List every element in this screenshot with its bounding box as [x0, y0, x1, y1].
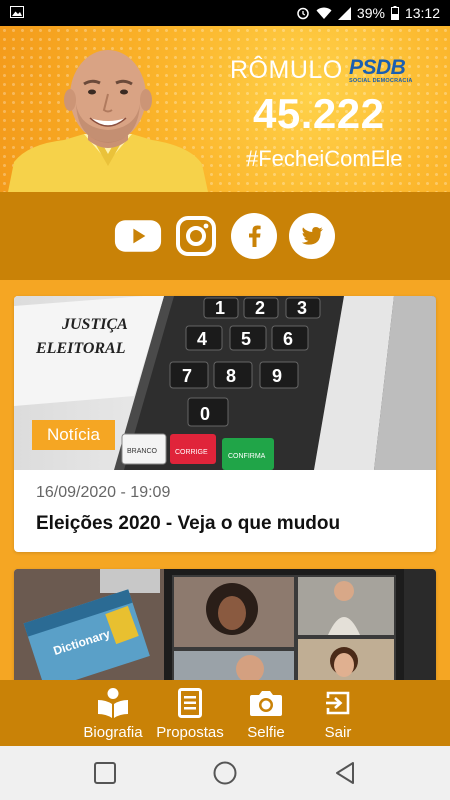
- nav-propostas[interactable]: Propostas: [152, 680, 228, 746]
- logout-icon: [325, 688, 351, 718]
- justica-label: JUSTIÇA: [61, 316, 128, 333]
- alarm-icon: [296, 6, 310, 20]
- campaign-hashtag: #FecheiComEle: [246, 146, 403, 171]
- home-icon: [213, 761, 237, 785]
- back-button[interactable]: [332, 760, 358, 786]
- nav-label: Selfie: [247, 724, 285, 741]
- battery-percent: 39%: [356, 5, 385, 21]
- svg-text:3: 3: [297, 298, 307, 318]
- svg-text:9: 9: [272, 366, 282, 386]
- confirma-key-label: CONFIRMA: [228, 453, 266, 460]
- svg-text:4: 4: [197, 329, 207, 349]
- news-card-image: Dictionary: [14, 569, 436, 680]
- document-icon: [178, 688, 202, 718]
- news-card[interactable]: 1 2 3 4 5 6 7 8 9 0 BRANCO CORRIGE CONFI…: [14, 296, 436, 552]
- youtube-button[interactable]: [114, 212, 162, 260]
- twitter-icon: [289, 213, 335, 259]
- corrige-key-label: CORRIGE: [175, 449, 208, 456]
- system-navigation-bar: [0, 746, 450, 800]
- campaign-banner: RÔMULO PSDB SOCIAL DEMOCRACIA 45.222 #Fe…: [0, 26, 450, 192]
- branco-key-label: BRANCO: [127, 448, 158, 455]
- nav-biografia[interactable]: Biografia: [80, 680, 146, 746]
- eleitoral-label: ELEITORAL: [35, 340, 126, 357]
- image-icon: [10, 5, 24, 21]
- news-date: 16/09/2020 - 19:09: [36, 484, 171, 501]
- svg-text:2: 2: [255, 298, 265, 318]
- party-name: PSDB: [349, 56, 406, 79]
- nav-selfie[interactable]: Selfie: [238, 680, 294, 746]
- book-reader-icon: [96, 688, 130, 718]
- twitter-button[interactable]: [288, 212, 336, 260]
- youtube-icon: [114, 220, 162, 252]
- candidate-name: RÔMULO: [230, 56, 343, 84]
- battery-icon: [390, 6, 399, 20]
- signal-icon: [337, 6, 351, 20]
- svg-text:7: 7: [182, 366, 192, 386]
- party-logo: PSDB SOCIAL DEMOCRACIA: [349, 56, 413, 85]
- social-links: [0, 192, 450, 280]
- nav-label: Biografia: [83, 724, 143, 741]
- recents-icon: [94, 762, 116, 784]
- candidate-number: 45.222: [253, 90, 385, 137]
- svg-text:6: 6: [283, 329, 293, 349]
- svg-text:8: 8: [226, 366, 236, 386]
- news-title[interactable]: Eleições 2020 - Veja o que mudou: [36, 513, 340, 535]
- facebook-icon: [231, 213, 277, 259]
- news-feed[interactable]: 1 2 3 4 5 6 7 8 9 0 BRANCO CORRIGE CONFI…: [0, 280, 450, 680]
- party-subtitle: SOCIAL DEMOCRACIA: [349, 78, 413, 84]
- candidate-photo: [8, 50, 208, 192]
- nav-label: Propostas: [156, 724, 224, 741]
- nav-label: Sair: [324, 724, 352, 741]
- facebook-button[interactable]: [230, 212, 278, 260]
- instagram-icon: [176, 216, 216, 256]
- bottom-navigation: Biografia Propostas Selfie Sair: [0, 680, 450, 746]
- recents-button[interactable]: [92, 760, 118, 786]
- back-icon: [336, 762, 354, 784]
- news-card[interactable]: Dictionary: [14, 569, 436, 680]
- wifi-icon: [316, 7, 332, 20]
- svg-text:0: 0: [200, 404, 210, 424]
- svg-text:1: 1: [215, 298, 225, 318]
- camera-icon: [249, 688, 283, 718]
- category-badge: Notícia: [32, 420, 115, 450]
- status-bar: 39% 13:12: [0, 0, 450, 26]
- svg-text:5: 5: [241, 329, 251, 349]
- nav-sair[interactable]: Sair: [310, 680, 366, 746]
- instagram-button[interactable]: [172, 212, 220, 260]
- clock: 13:12: [404, 5, 440, 21]
- news-card-image: 1 2 3 4 5 6 7 8 9 0 BRANCO CORRIGE CONFI…: [14, 296, 436, 470]
- home-button[interactable]: [212, 760, 238, 786]
